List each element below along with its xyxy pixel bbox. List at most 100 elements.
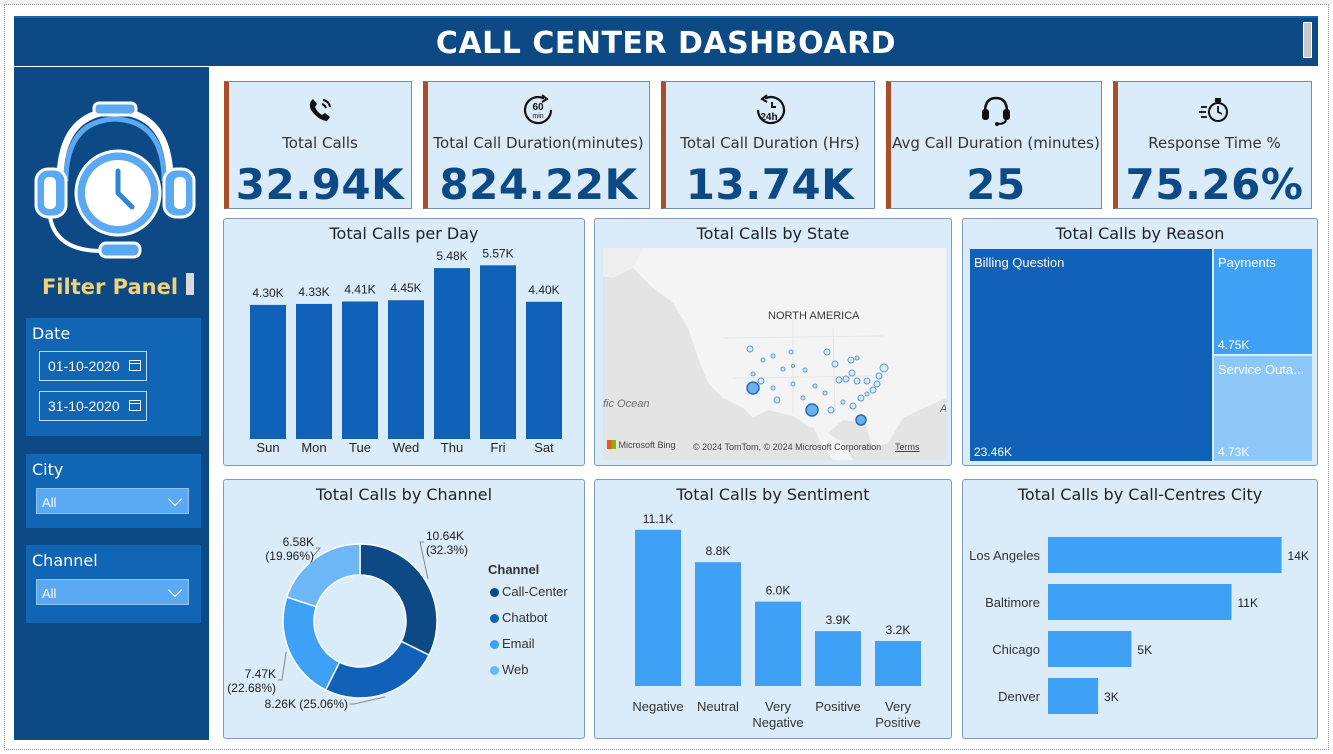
state-bubble[interactable]: [879, 363, 889, 373]
state-bubble[interactable]: [802, 367, 808, 373]
state-bubble[interactable]: [857, 394, 865, 402]
sentiment-bar[interactable]: [695, 562, 741, 686]
sentiment-bar-label: 8.8K: [706, 544, 731, 558]
legend-dot-icon: [490, 588, 499, 597]
day-tick-label: Tue: [349, 440, 371, 455]
day-bar[interactable]: [296, 303, 332, 439]
treemap-tile[interactable]: Payments 4.75K: [1214, 249, 1312, 354]
kpi-label: Response Time %: [1148, 134, 1281, 152]
date-to-input[interactable]: 31-10-2020: [39, 391, 147, 421]
state-bubble[interactable]: [790, 381, 796, 387]
state-bubble[interactable]: [869, 386, 877, 394]
state-bubble[interactable]: [773, 396, 781, 404]
day-bar[interactable]: [526, 301, 562, 439]
sentiment-bar[interactable]: [815, 631, 861, 686]
bing-logo: Microsoft Bing: [607, 440, 676, 450]
day-bar[interactable]: [250, 304, 286, 439]
map-edge-label: A: [940, 403, 946, 415]
day-bar[interactable]: [480, 265, 516, 439]
legend-item[interactable]: Chatbot: [490, 610, 548, 625]
state-bubble[interactable]: [853, 377, 861, 385]
state-bubble[interactable]: [864, 391, 870, 397]
kpi-value: 32.94K: [235, 160, 405, 209]
donut-slice[interactable]: [282, 596, 341, 691]
day-bar[interactable]: [434, 268, 470, 439]
calendar-icon[interactable]: [129, 360, 141, 371]
state-bubble[interactable]: [848, 369, 856, 377]
twentyfour-text: 24h: [760, 112, 777, 123]
state-bubble[interactable]: [854, 355, 860, 361]
kpi-total-call-duration-hrs: 24h Total Call Duration (Hrs) 13.74K: [661, 81, 875, 209]
city-bar[interactable]: [1048, 584, 1232, 620]
state-bubble[interactable]: [823, 348, 831, 356]
state-bubble[interactable]: [863, 377, 871, 385]
state-bubble[interactable]: [805, 403, 819, 417]
state-bubble[interactable]: [770, 353, 776, 359]
state-bubble[interactable]: [770, 385, 776, 391]
treemap-tile[interactable]: Service Outa... 4.73K: [1214, 356, 1312, 461]
day-bar[interactable]: [388, 300, 424, 439]
page-title: CALL CENTER DASHBOARD: [435, 26, 897, 61]
kpi-label: Total Call Duration(minutes): [433, 134, 644, 152]
header-scrollbar[interactable]: [1303, 22, 1312, 58]
sentiment-bar-chart: 11.1KNegative8.8KNeutral6.0KVeryNegative…: [632, 512, 921, 730]
state-bubble[interactable]: [835, 376, 843, 384]
sentiment-bar[interactable]: [635, 529, 681, 686]
city-select[interactable]: All: [36, 488, 189, 514]
city-bar[interactable]: [1048, 678, 1099, 714]
filter-scrollbar[interactable]: [186, 273, 194, 295]
kpi-avg-call-duration: Avg Call Duration (minutes) 25: [886, 81, 1102, 209]
date-from-input[interactable]: 01-10-2020: [39, 351, 147, 381]
city-bar[interactable]: [1048, 537, 1282, 573]
map-terms-link[interactable]: Terms: [895, 442, 920, 452]
state-bubble[interactable]: [822, 390, 828, 396]
state-bubble[interactable]: [847, 356, 855, 364]
city-tick-label: Denver: [998, 689, 1041, 704]
city-bar[interactable]: [1048, 631, 1132, 667]
state-bubble[interactable]: [840, 399, 846, 405]
state-bubble[interactable]: [757, 377, 765, 385]
sixty-min-icon: 60 min: [523, 94, 552, 125]
treemap-tile[interactable]: Billing Question 23.46K: [970, 249, 1212, 461]
sentiment-bar[interactable]: [755, 601, 801, 686]
treemap-tile-name: Billing Question: [974, 255, 1065, 270]
kpi-label: Avg Call Duration (minutes): [892, 134, 1100, 152]
reason-treemap: Billing Question 23.46K Payments 4.75K Servi…: [970, 249, 1312, 461]
legend-item[interactable]: Web: [490, 662, 529, 677]
day-tick-label: Mon: [301, 440, 326, 455]
donut-slice[interactable]: [359, 543, 438, 657]
state-map[interactable]: NORTH AMERICA fic Ocean A Microsoft Bing…: [603, 248, 946, 460]
legend-item[interactable]: Call-Center: [490, 584, 568, 599]
state-bubble[interactable]: [788, 349, 794, 355]
calls-by-state-panel: Total Calls by State NORTH AMERICA fic O…: [594, 218, 952, 466]
state-bubble[interactable]: [875, 372, 883, 380]
legend-label: Web: [502, 662, 529, 677]
state-bubble[interactable]: [831, 360, 839, 368]
day-tick-label: Fri: [490, 440, 505, 455]
state-bubble[interactable]: [760, 357, 766, 363]
state-bubble[interactable]: [780, 366, 786, 372]
sentiment-bar-label: 6.0K: [766, 584, 791, 598]
state-bubble[interactable]: [800, 395, 806, 401]
state-bubble[interactable]: [842, 375, 850, 383]
channel-select[interactable]: All: [36, 579, 189, 605]
day-bar[interactable]: [342, 301, 378, 439]
legend-item[interactable]: Email: [490, 636, 535, 651]
state-bubble[interactable]: [827, 406, 835, 414]
state-bubble[interactable]: [746, 381, 760, 395]
state-bubble[interactable]: [750, 371, 756, 377]
state-bubble[interactable]: [873, 380, 881, 388]
kpi-total-call-duration-minutes: 60 min Total Call Duration(minutes) 824.…: [423, 81, 650, 209]
state-bubble[interactable]: [791, 364, 795, 368]
day-bar-label: 4.30K: [252, 286, 283, 300]
state-bubble[interactable]: [812, 383, 818, 389]
donut-slice[interactable]: [324, 640, 431, 699]
state-bubble[interactable]: [746, 345, 754, 353]
city-bar-label: 5K: [1137, 643, 1152, 657]
state-bubble[interactable]: [849, 402, 857, 410]
state-bubble[interactable]: [855, 414, 867, 426]
sentiment-bar[interactable]: [875, 640, 921, 686]
calendar-icon[interactable]: [129, 400, 141, 411]
donut-value-label: 6.58K: [283, 535, 314, 549]
donut-leader-line: [278, 651, 287, 681]
